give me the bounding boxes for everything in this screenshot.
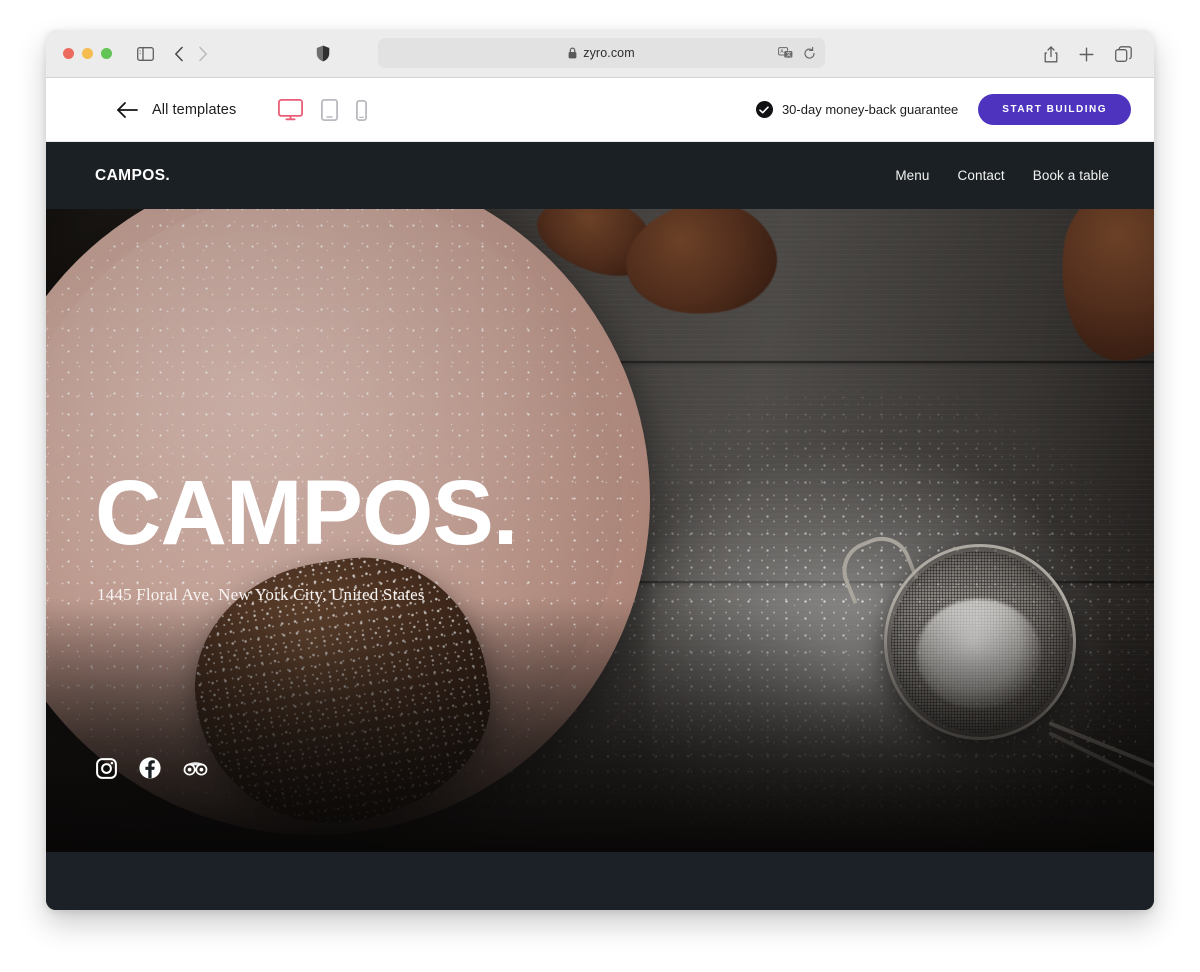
guarantee-label: 30-day money-back guarantee: [781, 102, 959, 117]
navigation-arrows: [174, 46, 208, 62]
site-logo[interactable]: CAMPOS.: [95, 167, 170, 185]
device-preview-switcher: [278, 98, 368, 121]
nav-item-contact[interactable]: Contact: [958, 168, 1005, 183]
hero-content: CAMPOS. 1445 Floral Ave. New York City, …: [95, 209, 1105, 857]
hero-address: 1445 Floral Ave. New York City, United S…: [97, 585, 425, 604]
window-traffic-lights: [63, 48, 112, 59]
browser-toolbar: zyro.com A 文: [46, 30, 1154, 78]
toolbar-right-actions: [1044, 30, 1132, 78]
facebook-icon[interactable]: [139, 757, 161, 779]
all-templates-label[interactable]: All templates: [152, 102, 236, 118]
start-building-button[interactable]: START BUILDING: [978, 94, 1131, 125]
back-icon[interactable]: [174, 46, 184, 62]
check-circle-icon: [755, 101, 773, 118]
desktop-icon[interactable]: [278, 98, 304, 121]
site-navigation: Menu Contact Book a table: [895, 168, 1109, 183]
browser-window: zyro.com A 文 All templates 30-day money-…: [46, 30, 1154, 910]
svg-text:文: 文: [786, 51, 791, 58]
tabs-icon[interactable]: [1115, 46, 1132, 62]
template-preview-toolbar: All templates 30-day money-back guarante…: [46, 78, 1154, 142]
back-arrow-icon[interactable]: [116, 101, 138, 119]
address-bar[interactable]: zyro.com A 文: [378, 38, 825, 68]
site-header: CAMPOS. Menu Contact Book a table: [46, 142, 1154, 209]
tripadvisor-icon[interactable]: [183, 760, 208, 777]
share-icon[interactable]: [1044, 45, 1058, 63]
tablet-icon[interactable]: [321, 98, 339, 121]
reload-icon[interactable]: [803, 46, 816, 60]
close-window-button[interactable]: [63, 48, 74, 59]
lock-icon: [568, 47, 577, 59]
url-text: zyro.com: [583, 46, 635, 60]
money-back-guarantee: 30-day money-back guarantee: [755, 101, 959, 118]
hero-title: CAMPOS.: [95, 462, 518, 564]
forward-icon[interactable]: [198, 46, 208, 62]
svg-text:A: A: [780, 49, 784, 55]
site-footer: [46, 852, 1154, 910]
minimize-window-button[interactable]: [82, 48, 93, 59]
maximize-window-button[interactable]: [101, 48, 112, 59]
translate-icon[interactable]: A 文: [778, 47, 793, 59]
toolbar-right-group: 30-day money-back guarantee START BUILDI…: [755, 94, 1131, 125]
nav-item-menu[interactable]: Menu: [895, 168, 929, 183]
template-preview-frame: CAMPOS. Menu Contact Book a table CAMPOS…: [46, 142, 1154, 910]
instagram-icon[interactable]: [96, 757, 117, 779]
social-links: [96, 757, 208, 779]
new-tab-icon[interactable]: [1079, 47, 1094, 62]
nav-item-book-a-table[interactable]: Book a table: [1033, 168, 1109, 183]
mobile-icon[interactable]: [356, 99, 368, 121]
shield-icon[interactable]: [316, 45, 330, 62]
sidebar-icon[interactable]: [137, 46, 154, 61]
hero-section: CAMPOS. 1445 Floral Ave. New York City, …: [46, 209, 1154, 857]
address-bar-actions: A 文: [778, 38, 816, 68]
